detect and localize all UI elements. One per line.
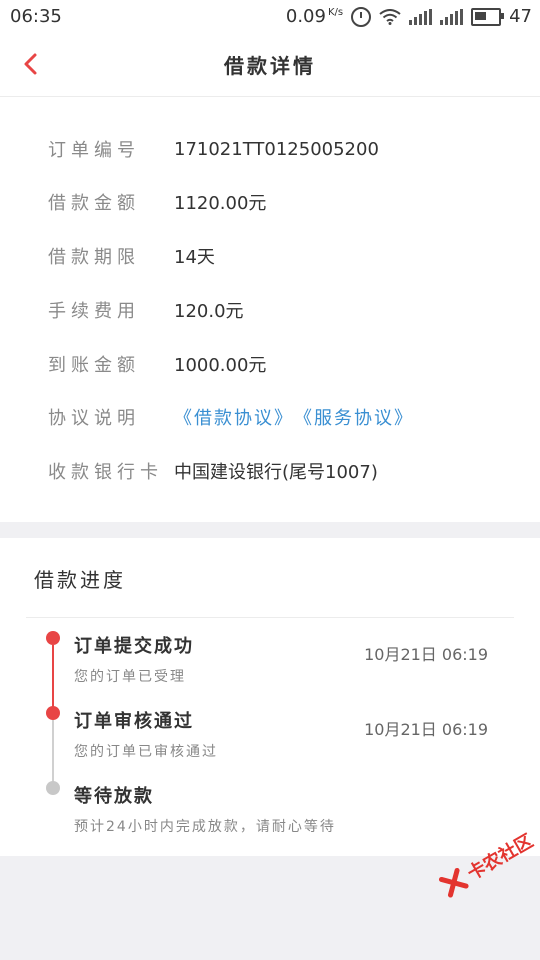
timeline-line-done [52, 645, 54, 713]
network-speed-unit: K/s [327, 7, 344, 18]
network-speed: 0.09 K/s [286, 6, 343, 27]
step-dot-done [46, 706, 60, 720]
detail-row-fee: 手续费用 120.0元 [48, 290, 244, 330]
page-title: 借款详情 [224, 54, 316, 78]
detail-row-loan-amount: 借款金额 1120.00元 [48, 182, 266, 222]
step-title: 等待放款 [74, 786, 154, 807]
alarm-icon [351, 6, 372, 27]
detail-row-bank-card: 收款银行卡 中国建设银行(尾号1007) [48, 451, 378, 491]
detail-label: 订单编号 [48, 140, 140, 161]
detail-row-loan-term: 借款期限 14天 [48, 236, 215, 276]
detail-row-agreements: 协议说明 《借款协议》 《服务协议》 [48, 397, 414, 437]
step-title: 订单审核通过 [74, 711, 194, 732]
step-time: 10月21日 06:19 [364, 645, 488, 664]
nav-bar: 借款详情 [0, 32, 540, 97]
step-dot-pending [46, 781, 60, 795]
step-title: 订单提交成功 [74, 636, 194, 657]
status-icons: 0.09 K/s 47 [286, 6, 532, 27]
detail-label: 收款银行卡 [48, 462, 163, 483]
network-speed-value: 0.09 [285, 6, 326, 27]
detail-label: 借款期限 [48, 247, 140, 268]
timeline-line-pending [52, 720, 54, 788]
status-bar: 06:35 0.09 K/s 47 [0, 0, 540, 32]
step-dot-done [46, 631, 60, 645]
signal-icon-sim2 [440, 8, 464, 25]
detail-label: 到账金额 [48, 355, 140, 376]
detail-label: 借款金额 [48, 193, 140, 214]
divider [26, 617, 514, 618]
detail-value: 14天 [174, 247, 215, 268]
loan-details-card: 订单编号 171021TT0125005200 借款金额 1120.00元 借款… [0, 97, 540, 522]
detail-label: 协议说明 [48, 408, 140, 429]
battery-icon [471, 7, 505, 26]
detail-label: 手续费用 [48, 301, 140, 322]
step-subtitle: 您的订单已审核通过 [74, 744, 218, 760]
detail-value: 171021TT0125005200 [174, 138, 379, 160]
detail-value: 中国建设银行(尾号1007) [174, 462, 378, 483]
detail-value: 120.0元 [174, 301, 244, 322]
loan-progress-card: 借款进度 订单提交成功 您的订单已受理 10月21日 06:19 订单审核通过 … [0, 538, 540, 856]
wifi-icon [379, 8, 401, 25]
status-time: 06:35 [10, 6, 62, 27]
signal-icon-sim1 [409, 8, 433, 25]
step-time: 10月21日 06:19 [364, 720, 488, 739]
battery-level: 47 [509, 6, 532, 27]
detail-row-received-amount: 到账金额 1000.00元 [48, 344, 266, 384]
step-subtitle: 您的订单已受理 [74, 669, 186, 685]
service-agreement-link[interactable]: 《服务协议》 [294, 404, 414, 430]
detail-value: 1000.00元 [174, 355, 267, 376]
section-title: 借款进度 [34, 568, 126, 592]
loan-agreement-link[interactable]: 《借款协议》 [174, 404, 294, 430]
detail-row-order-number: 订单编号 171021TT0125005200 [48, 129, 379, 169]
detail-value: 1120.00元 [174, 193, 267, 214]
step-subtitle: 预计24小时内完成放款，请耐心等待 [74, 819, 336, 835]
